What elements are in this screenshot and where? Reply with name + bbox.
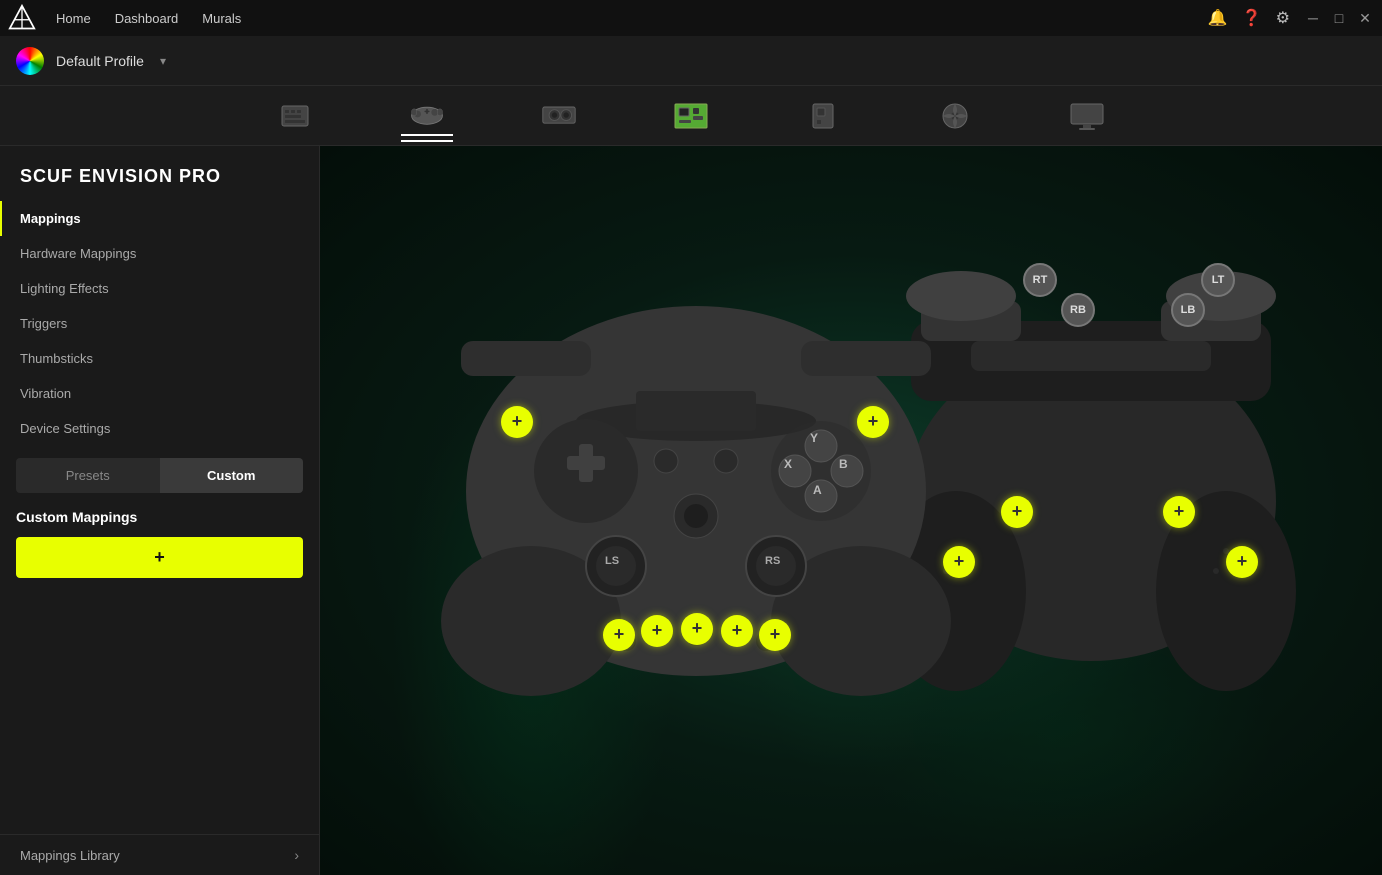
sidebar-item-hardware-mappings[interactable]: Hardware Mappings (0, 236, 319, 271)
plus-button-back-mid-right[interactable]: + (1163, 496, 1195, 528)
custom-panel: Custom Mappings + (0, 493, 319, 834)
presets-tab[interactable]: Presets (16, 458, 160, 493)
plus-button-top-left[interactable]: + (501, 406, 533, 438)
custom-tab[interactable]: Custom (160, 458, 304, 493)
lb-label: LB (1171, 293, 1205, 327)
add-mapping-button[interactable]: + (16, 537, 303, 578)
profile-name: Default Profile (56, 53, 144, 69)
gamepad-icon (409, 100, 445, 128)
device-tab-display[interactable] (1061, 98, 1113, 134)
device-tab-gamepad[interactable] (401, 96, 453, 136)
y-button-label: Y (810, 431, 818, 445)
a-button-label: A (813, 483, 822, 497)
main-content: RB LB RT LT + + + + (320, 146, 1382, 875)
bell-icon[interactable]: 🔔 (1208, 8, 1228, 28)
plus-button-back-mid-left[interactable]: + (1001, 496, 1033, 528)
plus-button-back-bot-right[interactable]: + (1226, 546, 1258, 578)
plus-button-bottom-5[interactable]: + (759, 619, 791, 651)
title-bar-right: 🔔 ❓ ⚙ ─ □ ✕ (1208, 8, 1374, 28)
nav-murals[interactable]: Murals (202, 11, 241, 26)
device-tab-case[interactable] (797, 98, 849, 134)
sidebar-item-triggers[interactable]: Triggers (0, 306, 319, 341)
close-button[interactable]: ✕ (1356, 9, 1374, 27)
title-bar: Home Dashboard Murals 🔔 ❓ ⚙ ─ □ ✕ (0, 0, 1382, 36)
sidebar-header: SCUF ENVISION PRO (0, 146, 319, 201)
controller-area: RB LB RT LT + + + + (320, 146, 1382, 875)
controller-front-view: Y X B A LS RS + + + + + + + (431, 261, 961, 701)
main-layout: SCUF ENVISION PRO Mappings Hardware Mapp… (0, 146, 1382, 875)
sidebar-item-lighting-effects[interactable]: Lighting Effects (0, 271, 319, 306)
sidebar: SCUF ENVISION PRO Mappings Hardware Mapp… (0, 146, 320, 875)
display-icon (1069, 102, 1105, 130)
plus-button-back-bot-left[interactable]: + (943, 546, 975, 578)
sidebar-item-thumbsticks[interactable]: Thumbsticks (0, 341, 319, 376)
maximize-button[interactable]: □ (1330, 9, 1348, 27)
plus-button-bottom-2[interactable]: + (641, 615, 673, 647)
case-icon (805, 102, 841, 130)
minimize-button[interactable]: ─ (1304, 9, 1322, 27)
gpu-icon (541, 102, 577, 130)
profile-color-icon (16, 47, 44, 75)
title-bar-left: Home Dashboard Murals (8, 4, 241, 32)
sidebar-nav: Mappings Hardware Mappings Lighting Effe… (0, 201, 319, 458)
device-tab-keyboard[interactable] (269, 98, 321, 134)
rs-stick-label: RS (765, 555, 780, 567)
profile-chevron-icon[interactable]: ▾ (160, 54, 166, 68)
controller-wrap: RB LB RT LT + + + + (401, 221, 1301, 801)
plus-button-bottom-3[interactable]: + (681, 613, 713, 645)
settings-icon[interactable]: ⚙ (1276, 8, 1290, 28)
motherboard-icon (673, 102, 709, 130)
help-icon[interactable]: ❓ (1242, 8, 1262, 28)
corsair-logo (8, 4, 36, 32)
plus-button-top-right[interactable]: + (857, 406, 889, 438)
window-controls: ─ □ ✕ (1304, 9, 1374, 27)
ls-stick-label: LS (605, 555, 619, 567)
mappings-library-footer[interactable]: Mappings Library › (0, 834, 319, 875)
sidebar-item-mappings[interactable]: Mappings (0, 201, 319, 236)
nav-bar: Home Dashboard Murals (56, 11, 241, 26)
mapping-tabs: Presets Custom (16, 458, 303, 493)
mappings-library-label: Mappings Library (20, 848, 120, 863)
rb-label: RB (1061, 293, 1095, 327)
device-tab-gpu[interactable] (533, 98, 585, 134)
lt-label: LT (1201, 263, 1235, 297)
device-title: SCUF ENVISION PRO (20, 166, 299, 187)
custom-panel-title: Custom Mappings (16, 509, 303, 525)
b-button-label: B (839, 457, 848, 471)
mappings-library-arrow-icon: › (294, 847, 299, 863)
plus-button-bottom-1[interactable]: + (603, 619, 635, 651)
sidebar-item-device-settings[interactable]: Device Settings (0, 411, 319, 446)
device-tab-fan[interactable] (929, 98, 981, 134)
nav-dashboard[interactable]: Dashboard (115, 11, 179, 26)
device-tab-motherboard[interactable] (665, 98, 717, 134)
x-button-label: X (784, 457, 792, 471)
nav-home[interactable]: Home (56, 11, 91, 26)
rt-label: RT (1023, 263, 1057, 297)
keyboard-icon (277, 102, 313, 130)
fan-icon (937, 102, 973, 130)
profile-bar: Default Profile ▾ (0, 36, 1382, 86)
sidebar-item-vibration[interactable]: Vibration (0, 376, 319, 411)
device-tabs-bar (0, 86, 1382, 146)
plus-button-bottom-4[interactable]: + (721, 615, 753, 647)
